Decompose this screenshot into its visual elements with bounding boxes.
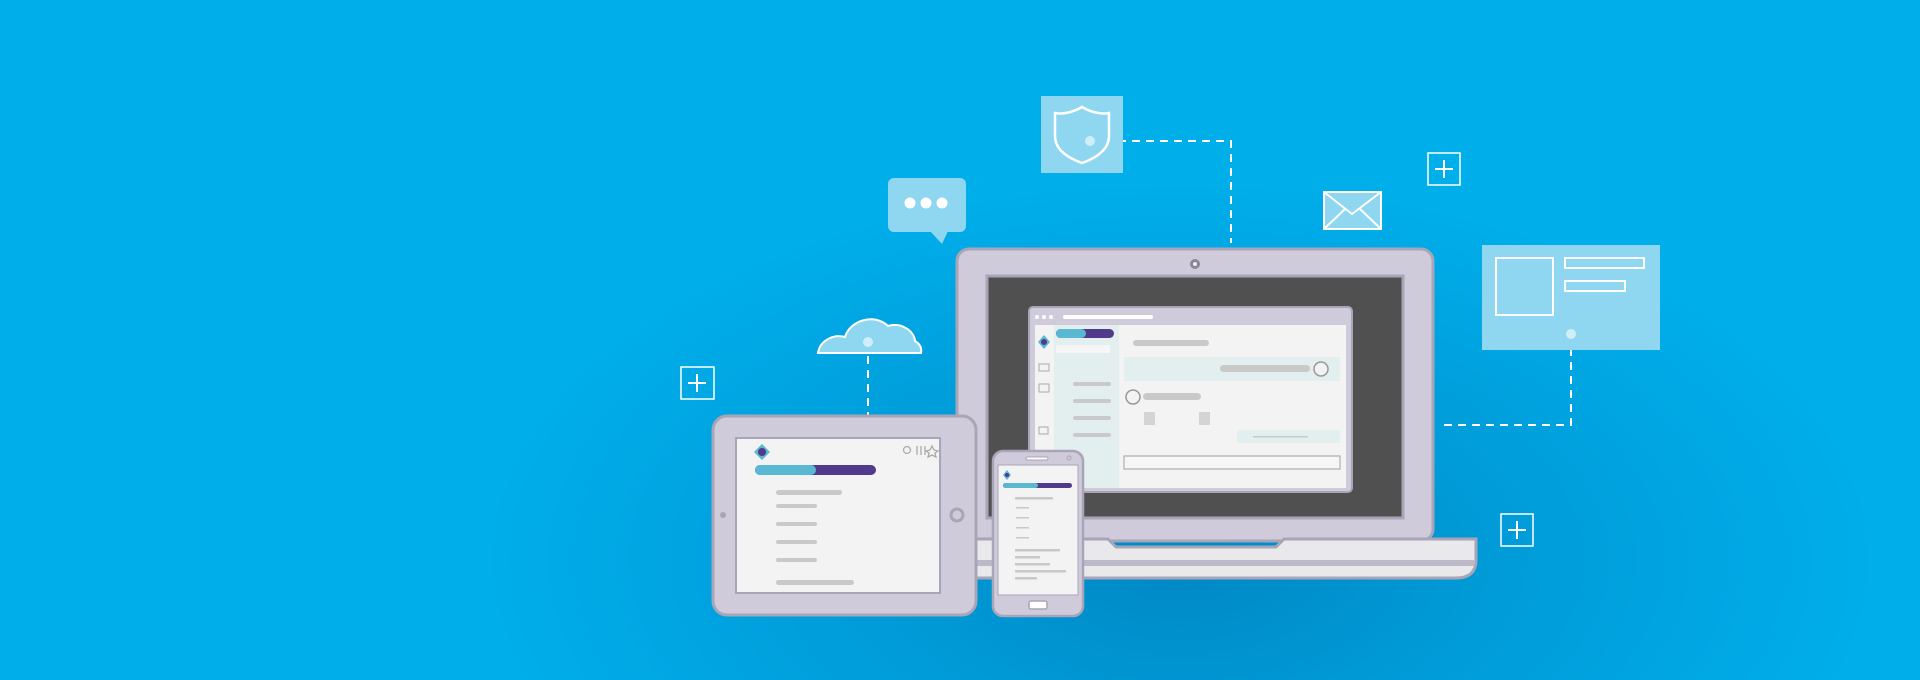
phone — [991, 449, 1085, 618]
hero-illustration — [0, 0, 1920, 680]
plus-icon — [680, 366, 715, 400]
card-icon — [1482, 245, 1660, 350]
illustration-svg — [680, 96, 1660, 618]
document-icon — [1199, 412, 1210, 425]
envelope-icon — [1323, 191, 1382, 230]
user-icon — [1313, 361, 1329, 377]
document-icon — [1144, 412, 1155, 425]
shield-icon — [1041, 96, 1123, 173]
tablet — [711, 414, 978, 617]
message-input — [1123, 455, 1341, 470]
user-icon — [1125, 389, 1141, 405]
plus-icon — [1427, 152, 1461, 186]
plus-icon — [1500, 513, 1534, 547]
cloud-icon — [816, 318, 923, 354]
chat-bubble-icon — [888, 178, 966, 244]
